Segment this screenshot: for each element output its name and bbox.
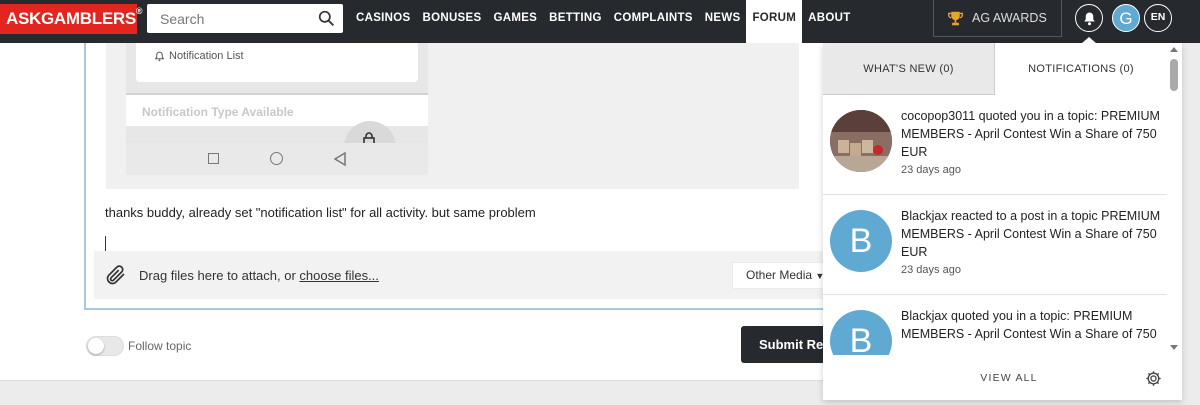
search-box bbox=[147, 4, 343, 33]
screenshot-card: Notification List bbox=[136, 43, 418, 82]
choose-files-link[interactable]: choose files... bbox=[299, 268, 379, 283]
nav-forum[interactable]: FORUM bbox=[746, 0, 803, 43]
attachment-bar[interactable]: Drag files here to attach, or choose fil… bbox=[94, 251, 834, 299]
text-cursor bbox=[105, 236, 106, 252]
recents-icon bbox=[208, 153, 219, 164]
scroll-thumb[interactable] bbox=[1170, 59, 1178, 91]
reply-text[interactable]: thanks buddy, already set "notification … bbox=[105, 205, 536, 220]
other-media-label: Other Media bbox=[746, 268, 813, 282]
paperclip-icon[interactable] bbox=[104, 263, 128, 287]
logo-text: ASKGAMBLERS bbox=[6, 9, 136, 28]
ag-awards-label: AG AWARDS bbox=[972, 11, 1047, 25]
follow-topic-label: Follow topic bbox=[128, 339, 192, 353]
search-icon[interactable] bbox=[318, 10, 335, 27]
submit-reply-button[interactable]: Submit Reply bbox=[741, 326, 824, 363]
home-icon bbox=[270, 152, 283, 165]
follow-topic-toggle[interactable] bbox=[86, 336, 124, 356]
ag-awards-button[interactable]: AG AWARDS bbox=[933, 0, 1062, 37]
tab-whats-new[interactable]: WHAT'S NEW (0) bbox=[823, 43, 995, 95]
registered-mark: ® bbox=[135, 6, 143, 16]
view-all-link[interactable]: VIEW ALL bbox=[823, 372, 1182, 384]
notifications-button[interactable] bbox=[1075, 4, 1103, 32]
nav-casinos[interactable]: CASINOS bbox=[350, 0, 417, 36]
notification-text: Blackjax reacted to a post in a topic PR… bbox=[901, 209, 1161, 259]
scroll-down-icon[interactable] bbox=[1170, 345, 1178, 350]
reply-area: Notification List Notification Type Avai… bbox=[0, 43, 844, 381]
quoted-screenshot-image: Notification List Notification Type Avai… bbox=[126, 43, 428, 175]
reply-editor[interactable]: Notification List Notification Type Avai… bbox=[84, 43, 844, 310]
quoted-content: Notification List Notification Type Avai… bbox=[106, 43, 799, 189]
main-nav: CASINOS BONUSES GAMES BETTING COMPLAINTS… bbox=[350, 0, 857, 43]
attach-instructions: Drag files here to attach, or choose fil… bbox=[139, 268, 379, 283]
attach-prefix: Drag files here to attach, or bbox=[139, 268, 300, 283]
notification-tabs: WHAT'S NEW (0) NOTIFICATIONS (0) bbox=[823, 43, 1167, 95]
screenshot-android-nav bbox=[126, 143, 428, 175]
user-avatar[interactable]: G bbox=[1112, 4, 1140, 32]
other-media-dropdown[interactable]: Other Media ▼ bbox=[732, 262, 829, 289]
notification-footer: VIEW ALL bbox=[823, 355, 1182, 400]
nav-complaints[interactable]: COMPLAINTS bbox=[608, 0, 699, 36]
notification-time: 23 days ago bbox=[901, 164, 961, 176]
nav-about[interactable]: ABOUT bbox=[802, 0, 856, 36]
nav-betting[interactable]: BETTING bbox=[543, 0, 608, 36]
nav-bonuses[interactable]: BONUSES bbox=[417, 0, 488, 36]
scroll-up-icon[interactable] bbox=[1170, 47, 1178, 52]
back-icon bbox=[334, 152, 346, 166]
gear-icon[interactable] bbox=[1145, 370, 1162, 387]
search-input[interactable] bbox=[147, 4, 307, 33]
bell-icon bbox=[154, 51, 165, 62]
notification-list: cocopop3011 quoted you in a topic: PREMI… bbox=[823, 95, 1167, 355]
nav-news[interactable]: NEWS bbox=[699, 0, 747, 36]
bell-icon bbox=[1083, 12, 1095, 25]
site-logo[interactable]: ASKGAMBLERS® bbox=[0, 4, 143, 34]
notification-text: cocopop3011 quoted you in a topic: PREMI… bbox=[901, 109, 1160, 159]
notification-item[interactable]: B Blackjax reacted to a post in a topic … bbox=[823, 195, 1167, 295]
notification-avatar: B bbox=[830, 210, 892, 272]
notification-item[interactable]: cocopop3011 quoted you in a topic: PREMI… bbox=[823, 95, 1167, 195]
notification-avatar-photo bbox=[830, 110, 892, 172]
screenshot-section: Notification Type Available bbox=[126, 93, 428, 126]
notification-scrollbar[interactable] bbox=[1167, 43, 1182, 355]
notification-item[interactable]: B Blackjax quoted you in a topic: PREMIU… bbox=[823, 295, 1167, 355]
notification-time: 23 days ago bbox=[901, 264, 961, 276]
notification-text: Blackjax quoted you in a topic: PREMIUM … bbox=[901, 309, 1157, 341]
notifications-dropdown: WHAT'S NEW (0) NOTIFICATIONS (0) cocopop… bbox=[823, 43, 1182, 400]
screenshot-card-label: Notification List bbox=[169, 50, 244, 62]
nav-games[interactable]: GAMES bbox=[487, 0, 543, 36]
toggle-knob bbox=[88, 338, 104, 354]
tab-notifications[interactable]: NOTIFICATIONS (0) bbox=[995, 43, 1167, 95]
top-navbar: ASKGAMBLERS® CASINOS BONUSES GAMES BETTI… bbox=[0, 0, 1200, 43]
avatar-photo-image bbox=[830, 110, 892, 172]
trophy-icon bbox=[948, 11, 963, 25]
language-selector[interactable]: EN bbox=[1144, 4, 1172, 32]
notification-avatar: B bbox=[830, 310, 892, 355]
screenshot-faded-text: Notification Type Available bbox=[142, 105, 294, 119]
